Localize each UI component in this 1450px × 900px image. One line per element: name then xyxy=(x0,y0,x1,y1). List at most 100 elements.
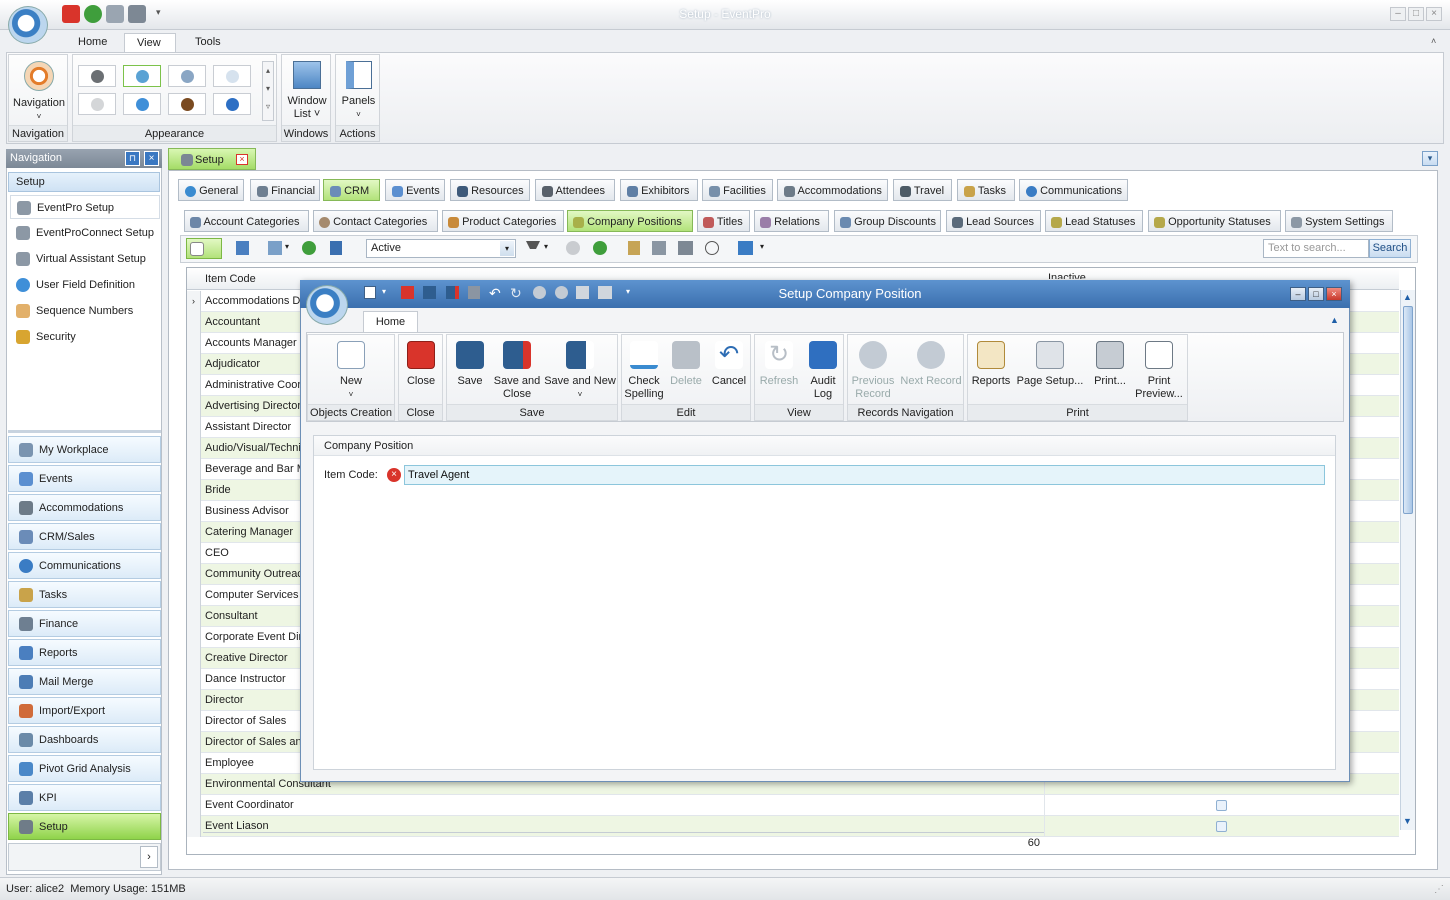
tab-general[interactable]: General xyxy=(178,179,244,201)
inactive-checkbox[interactable] xyxy=(1216,800,1227,811)
row-indicator[interactable] xyxy=(187,732,201,753)
audit-log-button[interactable]: Audit Log xyxy=(803,341,843,401)
subtab-company-positions[interactable]: Company Positions xyxy=(567,210,693,232)
navigation-button[interactable]: Navigation ˅ xyxy=(11,61,67,123)
export-icon[interactable] xyxy=(330,241,342,255)
row-indicator[interactable] xyxy=(187,543,201,564)
pin-icon[interactable]: ⊓ xyxy=(125,151,140,166)
skin-8[interactable] xyxy=(213,93,251,115)
subtab-product-categories[interactable]: Product Categories xyxy=(442,210,564,232)
go-icon[interactable] xyxy=(593,241,607,255)
dialog-close-icon[interactable]: × xyxy=(1326,287,1342,301)
column-header-item-code[interactable]: Item Code xyxy=(205,269,256,290)
skin-4[interactable] xyxy=(213,65,251,87)
row-indicator[interactable] xyxy=(187,606,201,627)
stop-icon[interactable] xyxy=(566,241,580,255)
row-indicator[interactable] xyxy=(187,816,201,837)
module-communications[interactable]: Communications xyxy=(8,552,161,579)
save-and-close-button[interactable]: Save and Close xyxy=(492,341,542,401)
ribbon-tab-home[interactable]: Home xyxy=(66,33,119,52)
row-indicator[interactable] xyxy=(187,627,201,648)
nav-item-eventpro-setup[interactable]: EventPro Setup xyxy=(10,195,160,219)
nav-group-setup[interactable]: Setup xyxy=(8,172,160,192)
tab-crm[interactable]: CRM xyxy=(323,179,380,201)
tab-events[interactable]: Events xyxy=(385,179,445,201)
filter-icon[interactable] xyxy=(526,241,540,255)
print-preview-button[interactable]: Print Preview... xyxy=(1132,341,1186,401)
row-indicator[interactable] xyxy=(187,333,201,354)
tab-tasks[interactable]: Tasks xyxy=(957,179,1015,201)
subtab-lead-statuses[interactable]: Lead Statuses xyxy=(1045,210,1143,232)
skin-6[interactable] xyxy=(123,93,161,115)
clipboard-icon[interactable] xyxy=(628,241,640,255)
delete-button[interactable]: Delete xyxy=(666,341,706,388)
module-my-workplace[interactable]: My Workplace xyxy=(8,436,161,463)
skin-2[interactable] xyxy=(123,65,161,87)
nav-item-sequence-numbers[interactable]: Sequence Numbers xyxy=(10,299,160,323)
subtab-system-settings[interactable]: System Settings xyxy=(1285,210,1393,232)
skin-5[interactable] xyxy=(78,93,116,115)
table-row[interactable]: Event Coordinator xyxy=(187,795,1399,816)
module-dashboards[interactable]: Dashboards xyxy=(8,726,161,753)
row-indicator[interactable] xyxy=(187,480,201,501)
print-button[interactable]: Print... xyxy=(1088,341,1132,388)
layout-icon[interactable] xyxy=(738,241,753,255)
copy-icon[interactable] xyxy=(268,241,282,255)
row-indicator[interactable] xyxy=(187,354,201,375)
row-indicator[interactable] xyxy=(187,564,201,585)
skin-1[interactable] xyxy=(78,65,116,87)
check-spelling-button[interactable]: Check Spelling xyxy=(624,341,664,401)
edit-icon[interactable] xyxy=(236,241,249,255)
minimize-icon[interactable]: – xyxy=(1390,7,1406,21)
print-icon[interactable] xyxy=(678,241,693,255)
resize-grip[interactable]: ⋰ xyxy=(1434,884,1444,895)
subtab-titles[interactable]: Titles xyxy=(697,210,750,232)
row-indicator[interactable] xyxy=(187,711,201,732)
skin-7[interactable] xyxy=(168,93,206,115)
maximize-icon[interactable]: □ xyxy=(1408,7,1424,21)
row-indicator[interactable] xyxy=(187,459,201,480)
nav-item-eventproconnect-setup[interactable]: EventProConnect Setup xyxy=(10,221,160,245)
module-kpi[interactable]: KPI xyxy=(8,784,161,811)
page-setup-icon[interactable] xyxy=(652,241,666,255)
row-indicator[interactable] xyxy=(187,438,201,459)
dialog-tab-home[interactable]: Home xyxy=(363,311,418,333)
nav-splitter[interactable] xyxy=(8,430,161,433)
tab-exhibitors[interactable]: Exhibitors xyxy=(620,179,698,201)
reports-button[interactable]: Reports xyxy=(970,341,1012,388)
close-tab-icon[interactable]: × xyxy=(236,154,248,165)
row-indicator[interactable] xyxy=(187,690,201,711)
skin-3[interactable] xyxy=(168,65,206,87)
row-indicator[interactable] xyxy=(187,648,201,669)
search-input[interactable]: Text to search... xyxy=(1263,239,1369,258)
subtab-group-discounts[interactable]: Group Discounts xyxy=(834,210,941,232)
subtab-opportunity-statuses[interactable]: Opportunity Statuses xyxy=(1148,210,1281,232)
page-setup-button[interactable]: Page Setup... xyxy=(1014,341,1086,388)
row-indicator[interactable] xyxy=(187,417,201,438)
scroll-up-icon[interactable]: ▲ xyxy=(1402,292,1413,304)
subtab-account-categories[interactable]: Account Categories xyxy=(184,210,309,232)
scroll-down-icon[interactable]: ▼ xyxy=(1402,816,1413,828)
dialog-maximize-icon[interactable]: □ xyxy=(1308,287,1324,301)
ribbon-tab-view[interactable]: View xyxy=(124,33,176,52)
ribbon-collapse-icon[interactable]: ˄ xyxy=(1431,36,1436,46)
module-finance[interactable]: Finance xyxy=(8,610,161,637)
close-nav-icon[interactable]: × xyxy=(144,151,159,166)
previous-record-button[interactable]: Previous Record xyxy=(849,341,897,401)
subtab-relations[interactable]: Relations xyxy=(754,210,829,232)
nav-item-virtual-assistant-setup[interactable]: Virtual Assistant Setup xyxy=(10,247,160,271)
row-indicator[interactable] xyxy=(187,669,201,690)
inactive-checkbox[interactable] xyxy=(1216,821,1227,832)
row-indicator[interactable] xyxy=(187,774,201,795)
module-import-export[interactable]: Import/Export xyxy=(8,697,161,724)
window-list-button[interactable]: Window List ˅ xyxy=(284,61,330,121)
tab-communications[interactable]: Communications xyxy=(1019,179,1128,201)
close-button[interactable]: Close xyxy=(401,341,441,388)
tab-accommodations[interactable]: Accommodations xyxy=(777,179,888,201)
print-preview-icon[interactable] xyxy=(705,241,719,255)
dialog-ribbon-collapse-icon[interactable]: ▲ xyxy=(1330,315,1339,325)
subtab-lead-sources[interactable]: Lead Sources xyxy=(946,210,1041,232)
nav-item-user-field-definition[interactable]: User Field Definition xyxy=(10,273,160,297)
subtab-contact-categories[interactable]: Contact Categories xyxy=(313,210,438,232)
chevron-right-icon[interactable]: › xyxy=(140,846,158,868)
